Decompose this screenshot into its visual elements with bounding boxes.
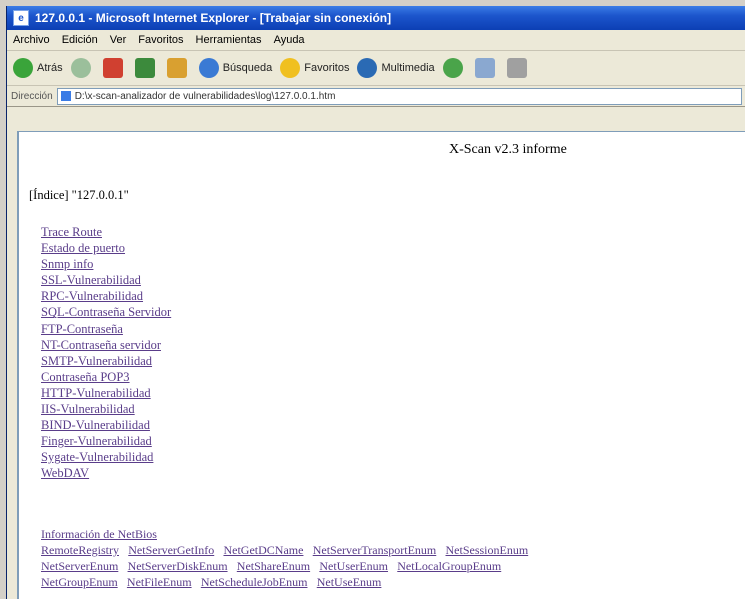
link-netbios-item[interactable]: NetServerTransportEnum (313, 543, 437, 557)
mail-icon (474, 58, 495, 78)
search-button[interactable]: Búsqueda (198, 58, 273, 78)
multimedia-label: Multimedia (381, 62, 435, 74)
link-netbios-item[interactable]: NetServerEnum (41, 559, 118, 573)
link-snmp-info[interactable]: Snmp info (41, 256, 171, 272)
link-http-vuln[interactable]: HTTP-Vulnerabilidad (41, 385, 171, 401)
favorites-button[interactable]: Favoritos (280, 58, 349, 78)
refresh-button[interactable] (134, 58, 159, 78)
page-icon (60, 91, 71, 101)
link-netbios-item[interactable]: NetFileEnum (127, 575, 192, 589)
link-netbios-item[interactable]: NetSessionEnum (446, 543, 529, 557)
link-port-status[interactable]: Estado de puerto (41, 240, 171, 256)
link-netbios-item[interactable]: NetScheduleJobEnum (201, 575, 308, 589)
forward-button[interactable] (70, 58, 95, 78)
link-netbios-item[interactable]: NetShareEnum (237, 559, 310, 573)
print-icon (506, 58, 527, 78)
report-title: X-Scan v2.3 informe (449, 142, 567, 157)
multimedia-button[interactable]: Multimedia (357, 58, 435, 78)
link-finger-vuln[interactable]: Finger-Vulnerabilidad (41, 433, 171, 449)
search-icon (198, 58, 219, 78)
toolbar: Atrás Búsqueda Favoritos Multimedia (7, 51, 745, 86)
title-bar[interactable]: e 127.0.0.1 - Microsoft Internet Explore… (7, 6, 745, 30)
link-netbios-item[interactable]: NetServerGetInfo (128, 543, 214, 557)
address-label: Dirección (11, 90, 53, 102)
star-icon (280, 58, 301, 78)
report-links: Trace Route Estado de puerto Snmp info S… (41, 224, 171, 482)
link-netbios-item[interactable]: NetGetDCName (223, 543, 303, 557)
stop-icon (102, 58, 123, 78)
link-netbios-item[interactable]: NetLocalGroupEnum (397, 559, 501, 573)
menu-herramientas[interactable]: Herramientas (196, 34, 262, 46)
browser-window: e 127.0.0.1 - Microsoft Internet Explore… (6, 6, 745, 599)
address-value: D:\x-scan-analizador de vulnerabilidades… (74, 90, 336, 102)
link-netbios-item[interactable]: RemoteRegistry (41, 543, 119, 557)
media-icon (357, 58, 378, 78)
link-bind-vuln[interactable]: BIND-Vulnerabilidad (41, 417, 171, 433)
link-ftp-password[interactable]: FTP-Contraseña (41, 321, 171, 337)
link-trace-route[interactable]: Trace Route (41, 224, 171, 240)
netbios-row: NetGroupEnum NetFileEnum NetScheduleJobE… (41, 574, 534, 590)
back-arrow-icon (13, 58, 33, 78)
page-content: X-Scan v2.3 informe [Índice] "127.0.0.1"… (17, 131, 745, 599)
history-button[interactable] (442, 58, 467, 78)
link-netbios-item[interactable]: NetUserEnum (319, 559, 388, 573)
link-netbios-info[interactable]: Información de NetBios (41, 527, 157, 541)
link-netbios-item[interactable]: NetServerDiskEnum (128, 559, 228, 573)
favorites-label: Favoritos (304, 62, 350, 74)
host-index-line: [Índice] "127.0.0.1" (29, 188, 129, 202)
link-sql-password[interactable]: SQL-Contraseña Servidor (41, 304, 171, 320)
back-label: Atrás (37, 62, 63, 74)
menu-edicion[interactable]: Edición (62, 34, 98, 46)
menu-archivo[interactable]: Archivo (13, 34, 50, 46)
link-ssl-vuln[interactable]: SSL-Vulnerabilidad (41, 272, 171, 288)
link-nt-password[interactable]: NT-Contraseña servidor (41, 337, 171, 353)
netbios-row: NetServerEnum NetServerDiskEnum NetShare… (41, 558, 534, 574)
netbios-row: RemoteRegistry NetServerGetInfo NetGetDC… (41, 542, 534, 558)
menu-ver[interactable]: Ver (110, 34, 127, 46)
link-iis-vuln[interactable]: IIS-Vulnerabilidad (41, 401, 171, 417)
mail-button[interactable] (474, 58, 499, 78)
stop-button[interactable] (102, 58, 127, 78)
link-pop3-password[interactable]: Contraseña POP3 (41, 369, 171, 385)
netbios-section: Información de NetBios RemoteRegistry Ne… (41, 526, 534, 590)
back-button[interactable]: Atrás (13, 58, 63, 78)
link-netbios-item[interactable]: NetUseEnum (317, 575, 382, 589)
menu-bar: Archivo Edición Ver Favoritos Herramient… (7, 30, 745, 51)
link-webdav[interactable]: WebDAV (41, 465, 171, 481)
home-button[interactable] (166, 58, 191, 78)
link-sygate-vuln[interactable]: Sygate-Vulnerabilidad (41, 449, 171, 465)
menu-favoritos[interactable]: Favoritos (138, 34, 183, 46)
history-icon (442, 58, 463, 78)
address-bar: Dirección D:\x-scan-analizador de vulner… (7, 86, 745, 107)
address-input[interactable]: D:\x-scan-analizador de vulnerabilidades… (56, 87, 742, 105)
search-label: Búsqueda (222, 62, 273, 74)
home-icon (166, 58, 187, 78)
menu-ayuda[interactable]: Ayuda (274, 34, 305, 46)
link-smtp-vuln[interactable]: SMTP-Vulnerabilidad (41, 353, 171, 369)
link-netbios-item[interactable]: NetGroupEnum (41, 575, 118, 589)
refresh-icon (134, 58, 155, 78)
ie-icon: e (13, 10, 29, 26)
print-button[interactable] (506, 58, 531, 78)
forward-arrow-icon (70, 58, 91, 78)
link-rpc-vuln[interactable]: RPC-Vulnerabilidad (41, 288, 171, 304)
window-title: 127.0.0.1 - Microsoft Internet Explorer … (35, 11, 392, 25)
